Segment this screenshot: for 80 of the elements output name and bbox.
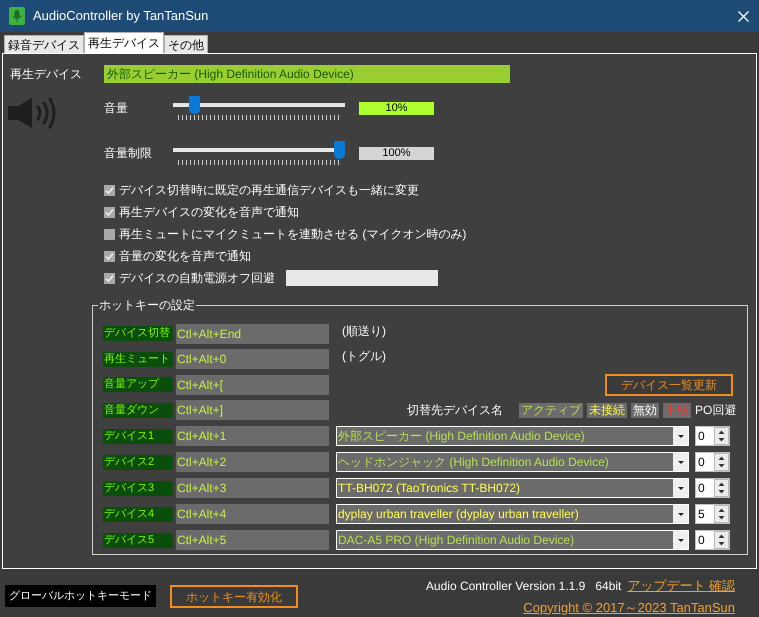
- input-field[interactable]: [286, 270, 438, 286]
- hotkey-field[interactable]: Ctl+Alt+]: [176, 400, 329, 420]
- hotkey-note: (トグル): [342, 348, 386, 366]
- legend-title: 切替先デバイス名: [407, 402, 503, 420]
- caret-icon: [678, 486, 684, 490]
- hotkey-label: デバイス切替: [103, 326, 173, 342]
- up-down-icon: [714, 531, 729, 549]
- hotkey-field[interactable]: Ctl+Alt+[: [176, 374, 329, 395]
- refresh-button[interactable]: デバイス一覧更新: [605, 374, 733, 396]
- checkbox[interactable]: [104, 272, 115, 284]
- checkbox[interactable]: [104, 206, 115, 218]
- slider-thumb[interactable]: [334, 141, 345, 159]
- hotkey-label: 再生ミュート: [103, 352, 173, 367]
- hotkey-label: 音量アップ: [103, 377, 173, 392]
- microphone-icon: [9, 7, 25, 25]
- hotkey-field[interactable]: Ctl+Alt+2: [176, 452, 329, 472]
- device-dropdown[interactable]: 外部スピーカー (High Definition Audio Device): [336, 426, 689, 446]
- checkbox[interactable]: [104, 228, 115, 240]
- copyright-link[interactable]: Copyright © 2017～2023 TanTanSun: [523, 598, 735, 617]
- device-label: 再生デバイス: [10, 66, 83, 83]
- device-dropdown[interactable]: ヘッドホンジャック (High Definition Audio Device): [336, 452, 689, 472]
- number-spinner[interactable]: 0: [695, 530, 730, 550]
- hotkey-note: (順送り): [342, 322, 386, 340]
- number-spinner[interactable]: 0: [695, 426, 730, 446]
- level-readout: 100%: [359, 146, 434, 160]
- option-label: デバイスの自動電源オフ回避: [119, 270, 275, 287]
- mode-label: グローバルホットキーモード: [5, 585, 156, 607]
- slider-label: 音量: [104, 100, 129, 117]
- slider-label: 音量制限: [104, 145, 153, 162]
- hotkey-label: デバイス3: [103, 480, 173, 496]
- status-chip: 未接続: [587, 402, 627, 418]
- hotkey-label: デバイス1: [103, 428, 173, 444]
- version-text: Audio Controller Version 1.1.9 64bit: [426, 578, 622, 595]
- caret-icon: [678, 538, 684, 542]
- hotkey-label: デバイス5: [103, 532, 173, 548]
- caret-icon: [678, 460, 684, 464]
- caret-icon: [678, 512, 684, 516]
- slider-track[interactable]: [173, 96, 345, 114]
- status-chip: 不明: [663, 402, 691, 418]
- up-down-icon: [714, 505, 729, 523]
- option-label: デバイス切替時に既定の再生通信デバイスも一緒に変更: [119, 182, 419, 199]
- slider-thumb[interactable]: [189, 96, 200, 114]
- po-label: PO回避: [695, 402, 736, 420]
- up-down-icon: [714, 479, 729, 497]
- caret-icon: [678, 434, 684, 438]
- hotkey-label: デバイス4: [103, 506, 173, 522]
- number-spinner[interactable]: 0: [695, 452, 730, 472]
- tab[interactable]: 再生デバイス: [84, 32, 164, 53]
- hotkey-field[interactable]: Ctl+Alt+3: [176, 478, 329, 498]
- up-down-icon: [714, 453, 729, 471]
- hotkey-field[interactable]: Ctl+Alt+1: [176, 426, 329, 446]
- status-chip: アクティブ: [519, 402, 583, 418]
- number-spinner[interactable]: 5: [695, 504, 730, 524]
- hotkey-field[interactable]: Ctl+Alt+End: [176, 324, 329, 344]
- option-label: 再生ミュートにマイクミュートを連動させる (マイクオン時のみ): [119, 226, 466, 243]
- option-label: 再生デバイスの変化を音声で通知: [119, 204, 299, 221]
- hotkey-label: 音量ダウン: [103, 402, 173, 418]
- level-readout: 10%: [359, 102, 434, 114]
- hotkey-enable-button[interactable]: ホットキー有効化: [170, 585, 298, 608]
- slider-track[interactable]: [173, 141, 345, 159]
- checkbox[interactable]: [104, 250, 115, 262]
- option-label: 音量の変化を音声で通知: [119, 248, 251, 265]
- number-spinner[interactable]: 0: [695, 478, 730, 498]
- hotkey-label: デバイス2: [103, 454, 173, 470]
- device-dropdown[interactable]: dyplay urban traveller (dyplay urban traveller): [336, 504, 689, 524]
- group-title: ホットキーの設定: [98, 297, 196, 313]
- device-dropdown[interactable]: TT-BH072 (TaoTronics TT-BH072): [336, 478, 689, 498]
- hotkey-field[interactable]: Ctl+Alt+0: [176, 349, 329, 370]
- window-title: AudioController by TanTanSun: [33, 7, 208, 26]
- close-icon[interactable]: [738, 10, 749, 22]
- device-dropdown[interactable]: DAC-A5 PRO (High Definition Audio Device): [336, 530, 689, 550]
- status-chip: 無効: [631, 402, 659, 418]
- hotkey-field[interactable]: Ctl+Alt+5: [176, 530, 329, 550]
- tab[interactable]: その他: [164, 35, 208, 53]
- up-down-icon: [714, 427, 729, 445]
- checkbox[interactable]: [104, 184, 115, 196]
- device-name-field: 外部スピーカー (High Definition Audio Device): [104, 65, 510, 83]
- tab[interactable]: 録音デバイス: [4, 35, 84, 53]
- update-link[interactable]: アップデート 確認: [627, 576, 735, 596]
- hotkey-field[interactable]: Ctl+Alt+4: [176, 504, 329, 524]
